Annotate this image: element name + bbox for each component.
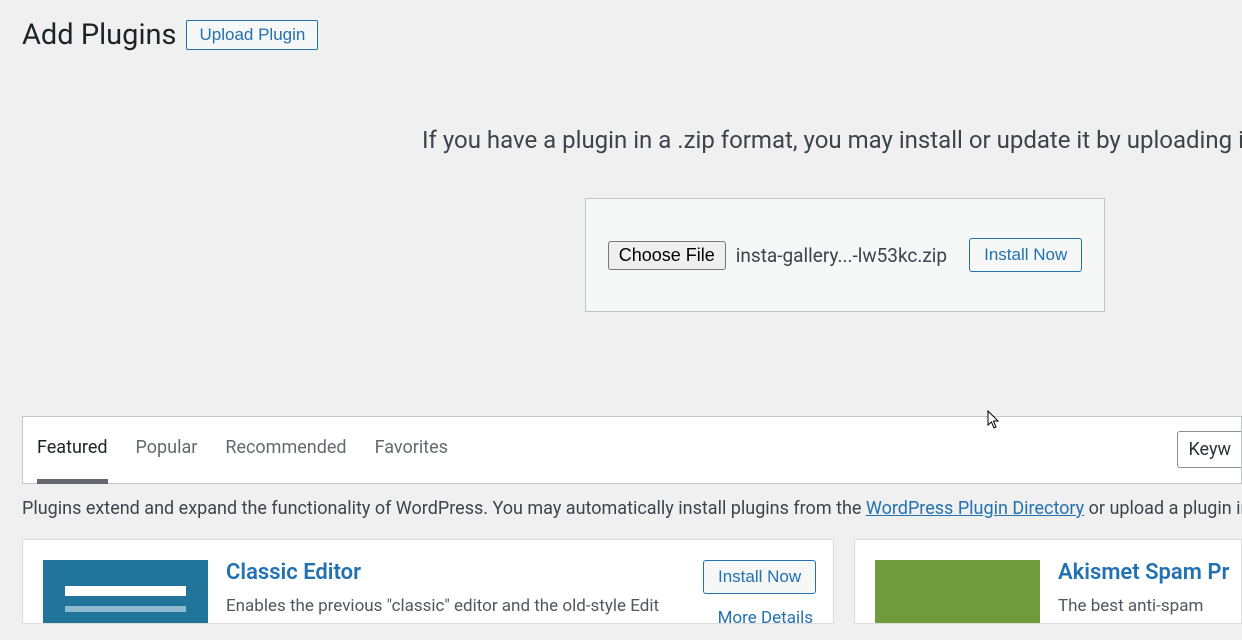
- search-type-select[interactable]: Keyw: [1177, 431, 1241, 468]
- plugin-icon: A: [875, 560, 1040, 624]
- intro-prefix: Plugins extend and expand the functional…: [22, 498, 866, 519]
- plugin-info: Classic Editor Enables the previous "cla…: [226, 560, 685, 603]
- upload-instructions: If you have a plugin in a .zip format, y…: [0, 126, 1242, 154]
- plugin-name-link[interactable]: Classic Editor: [226, 560, 685, 585]
- plugin-description: Enables the previous "classic" editor an…: [226, 595, 685, 619]
- tab-favorites[interactable]: Favorites: [361, 417, 462, 483]
- plugin-description: The best anti-spam prote: [1058, 595, 1221, 624]
- plugin-info: Akismet Spam Pr The best anti-spam prote: [1058, 560, 1221, 603]
- plugin-name-link[interactable]: Akismet Spam Pr: [1058, 560, 1221, 585]
- upload-form: Choose File insta-gallery...-lw53kc.zip …: [585, 198, 1105, 312]
- page-title: Add Plugins: [22, 18, 176, 52]
- plugin-directory-link[interactable]: WordPress Plugin Directory: [866, 498, 1084, 519]
- intro-text: Plugins extend and expand the functional…: [22, 498, 1242, 519]
- upload-plugin-button[interactable]: Upload Plugin: [186, 20, 318, 50]
- plugin-actions: Install Now More Details: [703, 560, 813, 603]
- plugin-icon: [43, 560, 208, 624]
- install-now-button[interactable]: Install Now: [969, 238, 1082, 272]
- filter-bar: Featured Popular Recommended Favorites K…: [22, 416, 1242, 484]
- plugin-card-akismet: A Akismet Spam Pr The best anti-spam pro…: [854, 539, 1242, 624]
- tab-popular[interactable]: Popular: [122, 417, 212, 483]
- tab-featured[interactable]: Featured: [23, 417, 122, 483]
- selected-file-name: insta-gallery...-lw53kc.zip: [736, 244, 947, 267]
- tab-recommended[interactable]: Recommended: [211, 417, 360, 483]
- intro-suffix: or upload a plugin in .zip format by c: [1084, 498, 1242, 519]
- plugin-cards-row: Classic Editor Enables the previous "cla…: [22, 539, 1242, 624]
- filter-tabs: Featured Popular Recommended Favorites: [23, 417, 462, 483]
- plugin-card-classic-editor: Classic Editor Enables the previous "cla…: [22, 539, 834, 624]
- more-details-link[interactable]: More Details: [703, 608, 813, 624]
- choose-file-button[interactable]: Choose File: [608, 241, 726, 270]
- install-now-button[interactable]: Install Now: [703, 560, 816, 594]
